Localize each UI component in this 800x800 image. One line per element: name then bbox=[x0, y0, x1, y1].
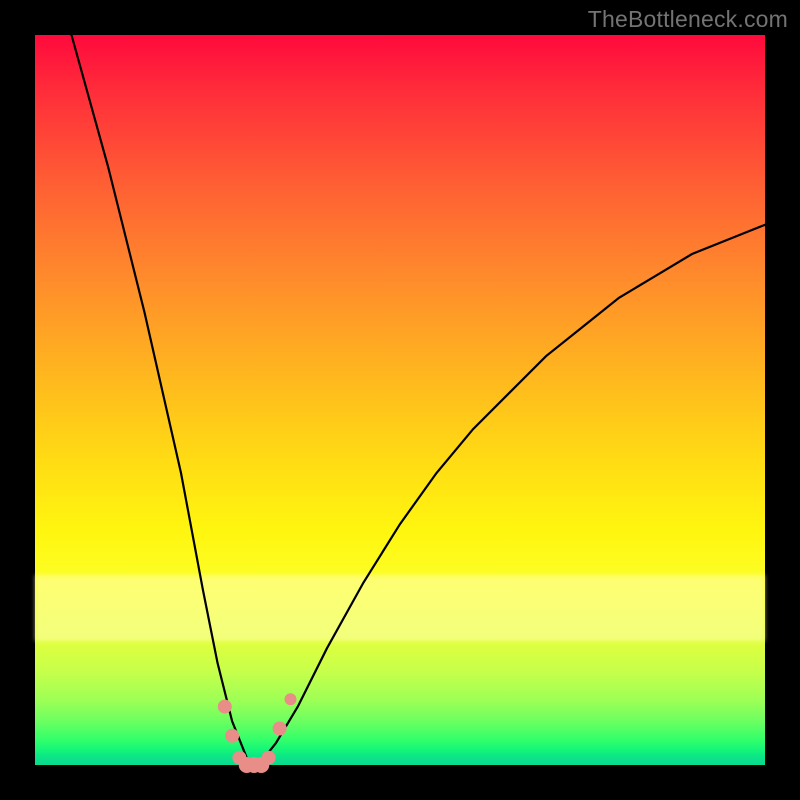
curve-markers bbox=[218, 693, 297, 773]
marker-dot bbox=[273, 722, 287, 736]
marker-dot bbox=[262, 751, 276, 765]
curve-layer bbox=[35, 35, 765, 765]
marker-dot bbox=[218, 700, 232, 714]
watermark-text: TheBottleneck.com bbox=[588, 6, 788, 33]
marker-dot bbox=[225, 729, 239, 743]
marker-dot bbox=[285, 693, 297, 705]
chart-frame: TheBottleneck.com bbox=[0, 0, 800, 800]
plot-area bbox=[35, 35, 765, 765]
bottleneck-curve bbox=[72, 35, 766, 765]
